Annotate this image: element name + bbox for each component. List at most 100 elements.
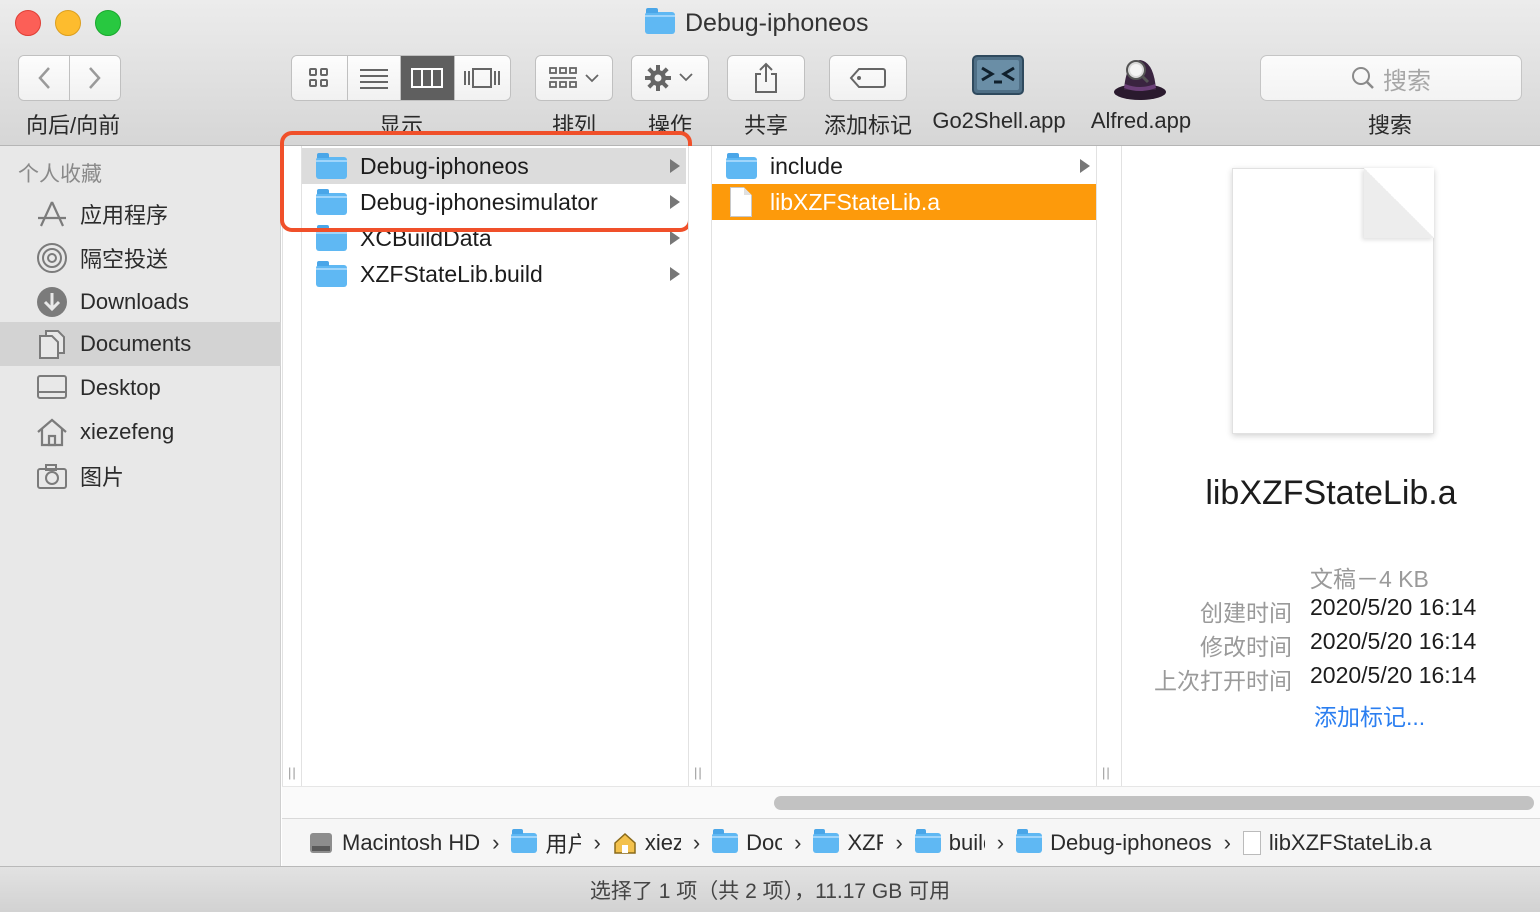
- sidebar-item-applications[interactable]: 应用程序: [0, 192, 281, 236]
- sidebar-item-label: 隔空投送: [80, 247, 169, 272]
- back-button[interactable]: [19, 56, 70, 100]
- go2shell-label: Go2Shell.app: [932, 108, 1066, 133]
- alfred-app-button[interactable]: [1112, 52, 1168, 102]
- tags-button[interactable]: [829, 55, 907, 101]
- column-browser-2: include libXZFStateLib.a: [712, 146, 1096, 786]
- sidebar-item-downloads[interactable]: Downloads: [0, 280, 281, 324]
- search-input[interactable]: 搜索: [1260, 55, 1522, 101]
- sidebar-item-documents[interactable]: Documents: [0, 322, 281, 366]
- sidebar-header: 个人收藏: [18, 163, 102, 186]
- disclosure-arrow-icon: [670, 267, 680, 281]
- terminal-icon: [972, 55, 1024, 95]
- columns-icon: [411, 68, 444, 88]
- gallery-view-button[interactable]: [454, 56, 510, 100]
- crumb-label: 用户: [545, 831, 581, 857]
- preview-kind-size: 文稿－4 KB: [1310, 566, 1429, 592]
- crumb-label: XZFStateLib: [847, 829, 883, 855]
- share-label: 共享: [743, 113, 788, 138]
- preview-opened-row: 上次打开时间 2020/5/20 16:14: [1122, 662, 1540, 694]
- column-resize-handle[interactable]: ||: [282, 146, 302, 786]
- alfred-label: Alfred.app: [1090, 108, 1192, 133]
- action-button[interactable]: [631, 55, 709, 101]
- close-window-button[interactable]: [15, 10, 41, 36]
- applications-icon: [36, 198, 68, 230]
- preview-pane: libXZFStateLib.a 文稿－4 KB 创建时间 2020/5/20 …: [1122, 146, 1540, 786]
- preview-opened-value: 2020/5/20 16:14: [1310, 662, 1477, 688]
- share-icon: [755, 62, 777, 93]
- column-browser-1: Debug-iphoneos Debug-iphonesimulator XCB…: [302, 146, 686, 786]
- annotation-highlight-box: [280, 131, 692, 232]
- document-icon: [730, 187, 752, 217]
- path-crumb-disk[interactable]: Macintosh HD ›: [308, 830, 499, 856]
- tags-label: 添加标记: [823, 113, 912, 138]
- search-icon: [1352, 67, 1374, 89]
- scrollbar-thumb[interactable]: [774, 796, 1534, 810]
- search-label: 搜索: [1367, 113, 1412, 138]
- view-mode-control: [291, 55, 511, 101]
- list-item[interactable]: XZFStateLib.build: [302, 256, 686, 292]
- add-tags-link[interactable]: 添加标记...: [1314, 698, 1425, 732]
- forward-button[interactable]: [69, 56, 120, 100]
- path-crumb-documents[interactable]: Documents›: [712, 828, 801, 856]
- arrange-button[interactable]: [535, 55, 613, 101]
- sidebar-item-desktop[interactable]: Desktop: [0, 366, 281, 410]
- sidebar-item-pictures[interactable]: 图片: [0, 454, 281, 498]
- home-icon: [614, 832, 636, 854]
- minimize-window-button[interactable]: [55, 10, 81, 36]
- item-name: include: [770, 152, 843, 179]
- camera-icon: [36, 460, 68, 492]
- crumb-label: Documents: [746, 829, 782, 855]
- sidebar: 个人收藏 应用程序 隔空投送 Downloads Documents Deskt…: [0, 146, 281, 866]
- icon-view-button[interactable]: [292, 56, 348, 100]
- list-view-button[interactable]: [347, 56, 402, 100]
- folder-icon: [813, 828, 840, 853]
- sidebar-item-airdrop[interactable]: 隔空投送: [0, 236, 281, 280]
- zoom-window-button[interactable]: [95, 10, 121, 36]
- preview-created-key: 创建时间: [1200, 600, 1292, 626]
- path-crumb-users[interactable]: 用户›: [511, 827, 601, 859]
- path-crumb-project[interactable]: XZFStateLib›: [813, 828, 903, 856]
- path-crumb-home[interactable]: xiezefeng›: [613, 830, 700, 856]
- sidebar-item-label: Desktop: [80, 375, 161, 400]
- crumb-label: libXZFStateLib.a: [1268, 829, 1432, 855]
- crumb-label: Macintosh HD: [342, 829, 481, 855]
- chevron-left-icon: [38, 67, 50, 89]
- document-icon: [1242, 830, 1261, 855]
- folder-icon: [316, 225, 347, 251]
- hard-drive-icon: [310, 832, 332, 853]
- grid-icon: [309, 68, 329, 87]
- back-forward-control: [18, 55, 121, 101]
- share-button[interactable]: [727, 55, 805, 101]
- sidebar-item-label: 应用程序: [80, 203, 169, 228]
- path-crumb-file[interactable]: libXZFStateLib.a: [1242, 829, 1432, 856]
- preview-created-row: 创建时间 2020/5/20 16:14: [1122, 594, 1540, 626]
- horizontal-scrollbar[interactable]: [282, 786, 1540, 818]
- path-crumb-debug-iphoneos[interactable]: Debug-iphoneos ›: [1016, 828, 1231, 856]
- list-item[interactable]: libXZFStateLib.a: [712, 184, 1096, 220]
- disclosure-arrow-icon: [1080, 159, 1090, 173]
- sidebar-item-label: Documents: [80, 331, 192, 356]
- path-crumb-build[interactable]: build›: [914, 828, 1004, 856]
- preview-modified-key: 修改时间: [1200, 634, 1292, 660]
- desktop-icon: [36, 372, 68, 404]
- column-view-button[interactable]: [401, 56, 455, 100]
- folder-icon: [712, 828, 739, 853]
- list-item[interactable]: include: [712, 148, 1096, 184]
- preview-created-value: 2020/5/20 16:14: [1310, 594, 1477, 620]
- preview-modified-row: 修改时间 2020/5/20 16:14: [1122, 628, 1540, 660]
- column-resize-handle[interactable]: ||: [1096, 146, 1122, 786]
- column-resize-handle[interactable]: ||: [688, 146, 712, 786]
- crumb-label: xiezefeng: [644, 829, 681, 855]
- home-icon: [36, 416, 68, 448]
- folder-icon: [914, 828, 941, 853]
- documents-icon: [36, 328, 68, 360]
- preview-modified-value: 2020/5/20 16:14: [1310, 628, 1477, 654]
- sidebar-item-label: 图片: [80, 465, 125, 490]
- downloads-icon: [36, 286, 68, 318]
- item-name: XZFStateLib.build: [360, 260, 543, 287]
- crumb-label: build: [948, 829, 985, 855]
- document-preview-icon: [1232, 168, 1434, 434]
- sidebar-item-home[interactable]: xiezefeng: [0, 410, 281, 454]
- alfred-hat-icon: [1114, 60, 1166, 100]
- go2shell-app-button[interactable]: [970, 52, 1026, 102]
